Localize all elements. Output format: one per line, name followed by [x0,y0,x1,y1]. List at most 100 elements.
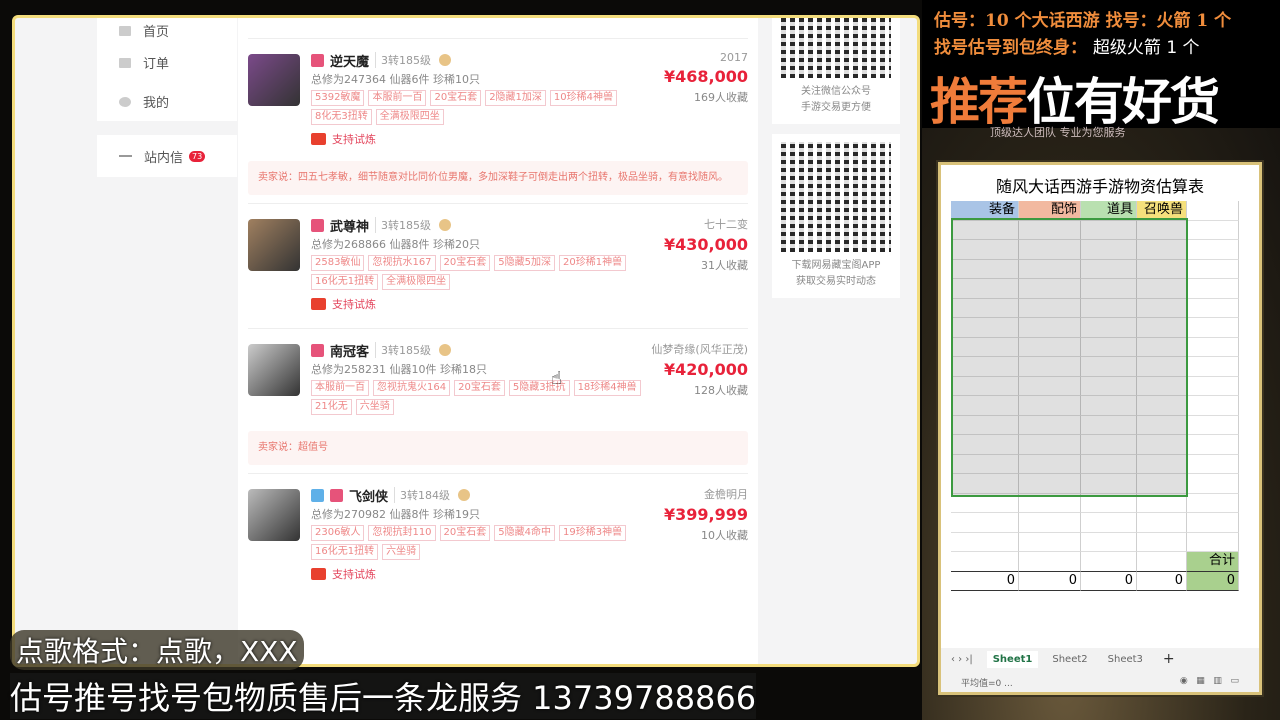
character-name[interactable]: 武尊神 [330,216,369,235]
sidebar-label: 站内信 [144,150,184,166]
cell[interactable] [1187,493,1239,513]
character-name[interactable]: 逆天魔 [330,51,369,70]
cell[interactable] [1187,318,1239,338]
tag: 20宝石套 [439,255,491,271]
character-name[interactable]: 南冠客 [330,341,369,360]
cell[interactable] [1081,513,1137,533]
cell[interactable] [1081,532,1137,552]
cell[interactable]: 0 [1081,571,1137,591]
cell[interactable] [1137,552,1187,572]
listing-item[interactable]: 飞剑侠 3转184级 总修为270982 仙器8件 珍稀19只 2306敏人 忽视抗… [248,473,748,598]
sidebar-item-orders[interactable]: 订单 [97,43,237,82]
sheet-row: 00000 [951,571,1239,591]
column-header[interactable] [1187,201,1239,221]
tag: 2583敏仙 [311,255,365,271]
character-name[interactable]: 飞剑侠 [349,486,388,505]
sidebar-item-mine[interactable]: 我的 [97,82,237,121]
cell[interactable] [1187,220,1239,240]
cell[interactable] [1019,513,1081,533]
cell[interactable] [1081,552,1137,572]
promo-text: 估号：10 个大话西游 [934,11,1100,31]
cell[interactable] [1187,337,1239,357]
cell[interactable] [1137,513,1187,533]
tab-sheet1[interactable]: Sheet1 [986,650,1039,668]
qr-code-icon [781,18,891,78]
favorites-count: 169人收藏 [694,91,748,104]
cell[interactable] [951,552,1019,572]
cell[interactable] [1187,435,1239,455]
tag: 忽视抗水167 [368,255,436,271]
favorites-count: 10人收藏 [701,529,748,542]
sheet-row [951,513,1239,533]
cell[interactable]: 0 [1187,571,1239,591]
cell[interactable] [951,532,1019,552]
home-icon [119,25,131,36]
sidebar-label: 我的 [143,96,170,111]
cell[interactable] [1137,532,1187,552]
tag: 本服前一百 [311,380,369,396]
cell[interactable]: 0 [951,571,1019,591]
avatar [248,54,300,106]
cell[interactable] [1187,454,1239,474]
add-sheet-button[interactable]: + [1163,651,1175,667]
tab-sheet3[interactable]: Sheet3 [1108,654,1143,665]
cell[interactable]: 0 [1019,571,1081,591]
cell[interactable] [1187,415,1239,435]
cell[interactable] [1187,513,1239,533]
trial-label: 支持试炼 [332,298,376,311]
cell[interactable] [1187,240,1239,260]
view-icons[interactable]: ◉ ▦ ▥ ▭ [1180,676,1239,686]
tag: 六坐骑 [355,399,394,415]
sidebar-item-home[interactable]: 首页 [97,18,237,43]
server: 2017 [720,51,748,64]
sheet-tabs: ‹ › ›| Sheet1 Sheet2 Sheet3 + [941,648,1259,670]
trial-icon [311,133,326,145]
price: ¥430,000 [663,235,748,254]
avatar [248,219,300,271]
avatar [248,344,300,396]
cell[interactable]: 0 [1137,571,1187,591]
cell[interactable] [1187,532,1239,552]
promo-line2: 找号估号到包终身： 超级火箭 1 个 [934,33,1200,58]
cell[interactable] [1187,279,1239,299]
platform-icon [311,488,324,502]
tag-list: 本服前一百 忽视抗鬼火164 20宝石套 5隐藏3抵抗 18珍稀4神兽 21化无 六坐骑 [311,379,671,417]
cell[interactable] [1187,259,1239,279]
tag: 5隐藏4命中 [494,525,556,541]
cell[interactable] [1187,474,1239,494]
sheet-row [951,532,1239,552]
price: ¥420,000 [663,360,748,379]
role-icon [311,218,324,232]
sidebar-item-messages[interactable]: 站内信 73 [97,135,237,177]
cell[interactable] [1187,376,1239,396]
cell[interactable] [1187,396,1239,416]
listing-item[interactable]: 南冠客 3转185级 总修为258231 仙器10件 珍稀18只 本服前一百 忽视抗… [248,328,748,465]
favorites-count: 31人收藏 [701,259,748,272]
song-request-overlay: 点歌格式：点歌，XXX [10,630,304,670]
tag-list: 2583敏仙 忽视抗水167 20宝石套 5隐藏5加深 20珍稀1神兽 16化无1扭转 全满… [311,254,671,292]
cell[interactable] [1019,532,1081,552]
tag: 16化无1扭转 [311,544,379,560]
nav-arrows-icon[interactable]: ‹ › ›| [951,654,973,665]
tag: 2隐藏1加深 [485,90,546,106]
tag: 10珍稀4神兽 [549,90,618,106]
promo-subtitle: 顶级达人团队 专业为您服务 [990,126,1126,139]
tag: 5392敏魔 [311,90,365,106]
coin-icon [439,219,452,231]
coin-icon [458,489,471,501]
tag-list: 2306敏人 忽视抗封110 20宝石套 5隐藏4命中 19珍稀3神兽 16化无1扭转 六坐… [311,524,671,562]
listing-item[interactable]: 武尊神 3转185级 总修为268866 仙器8件 珍稀20只 2583敏仙 忽视抗… [248,203,748,328]
tag: 本服前一百 [368,90,427,106]
server: 七十二变 [704,218,748,231]
listing-item[interactable]: 逆天魔 3转185级 总修为247364 仙器6件 珍稀10只 5392敏魔 本服前… [248,38,748,195]
status-average: 平均值=0 ... [961,679,1013,689]
cell[interactable] [1019,552,1081,572]
cell[interactable] [1187,357,1239,377]
cell[interactable] [951,513,1019,533]
cell[interactable] [1187,298,1239,318]
trial-badge: 支持试炼 [311,566,748,582]
server: 金檐明月 [704,488,748,501]
tab-sheet2[interactable]: Sheet2 [1052,654,1087,665]
cell[interactable]: 合计 [1187,552,1239,572]
trial-icon [311,568,326,580]
